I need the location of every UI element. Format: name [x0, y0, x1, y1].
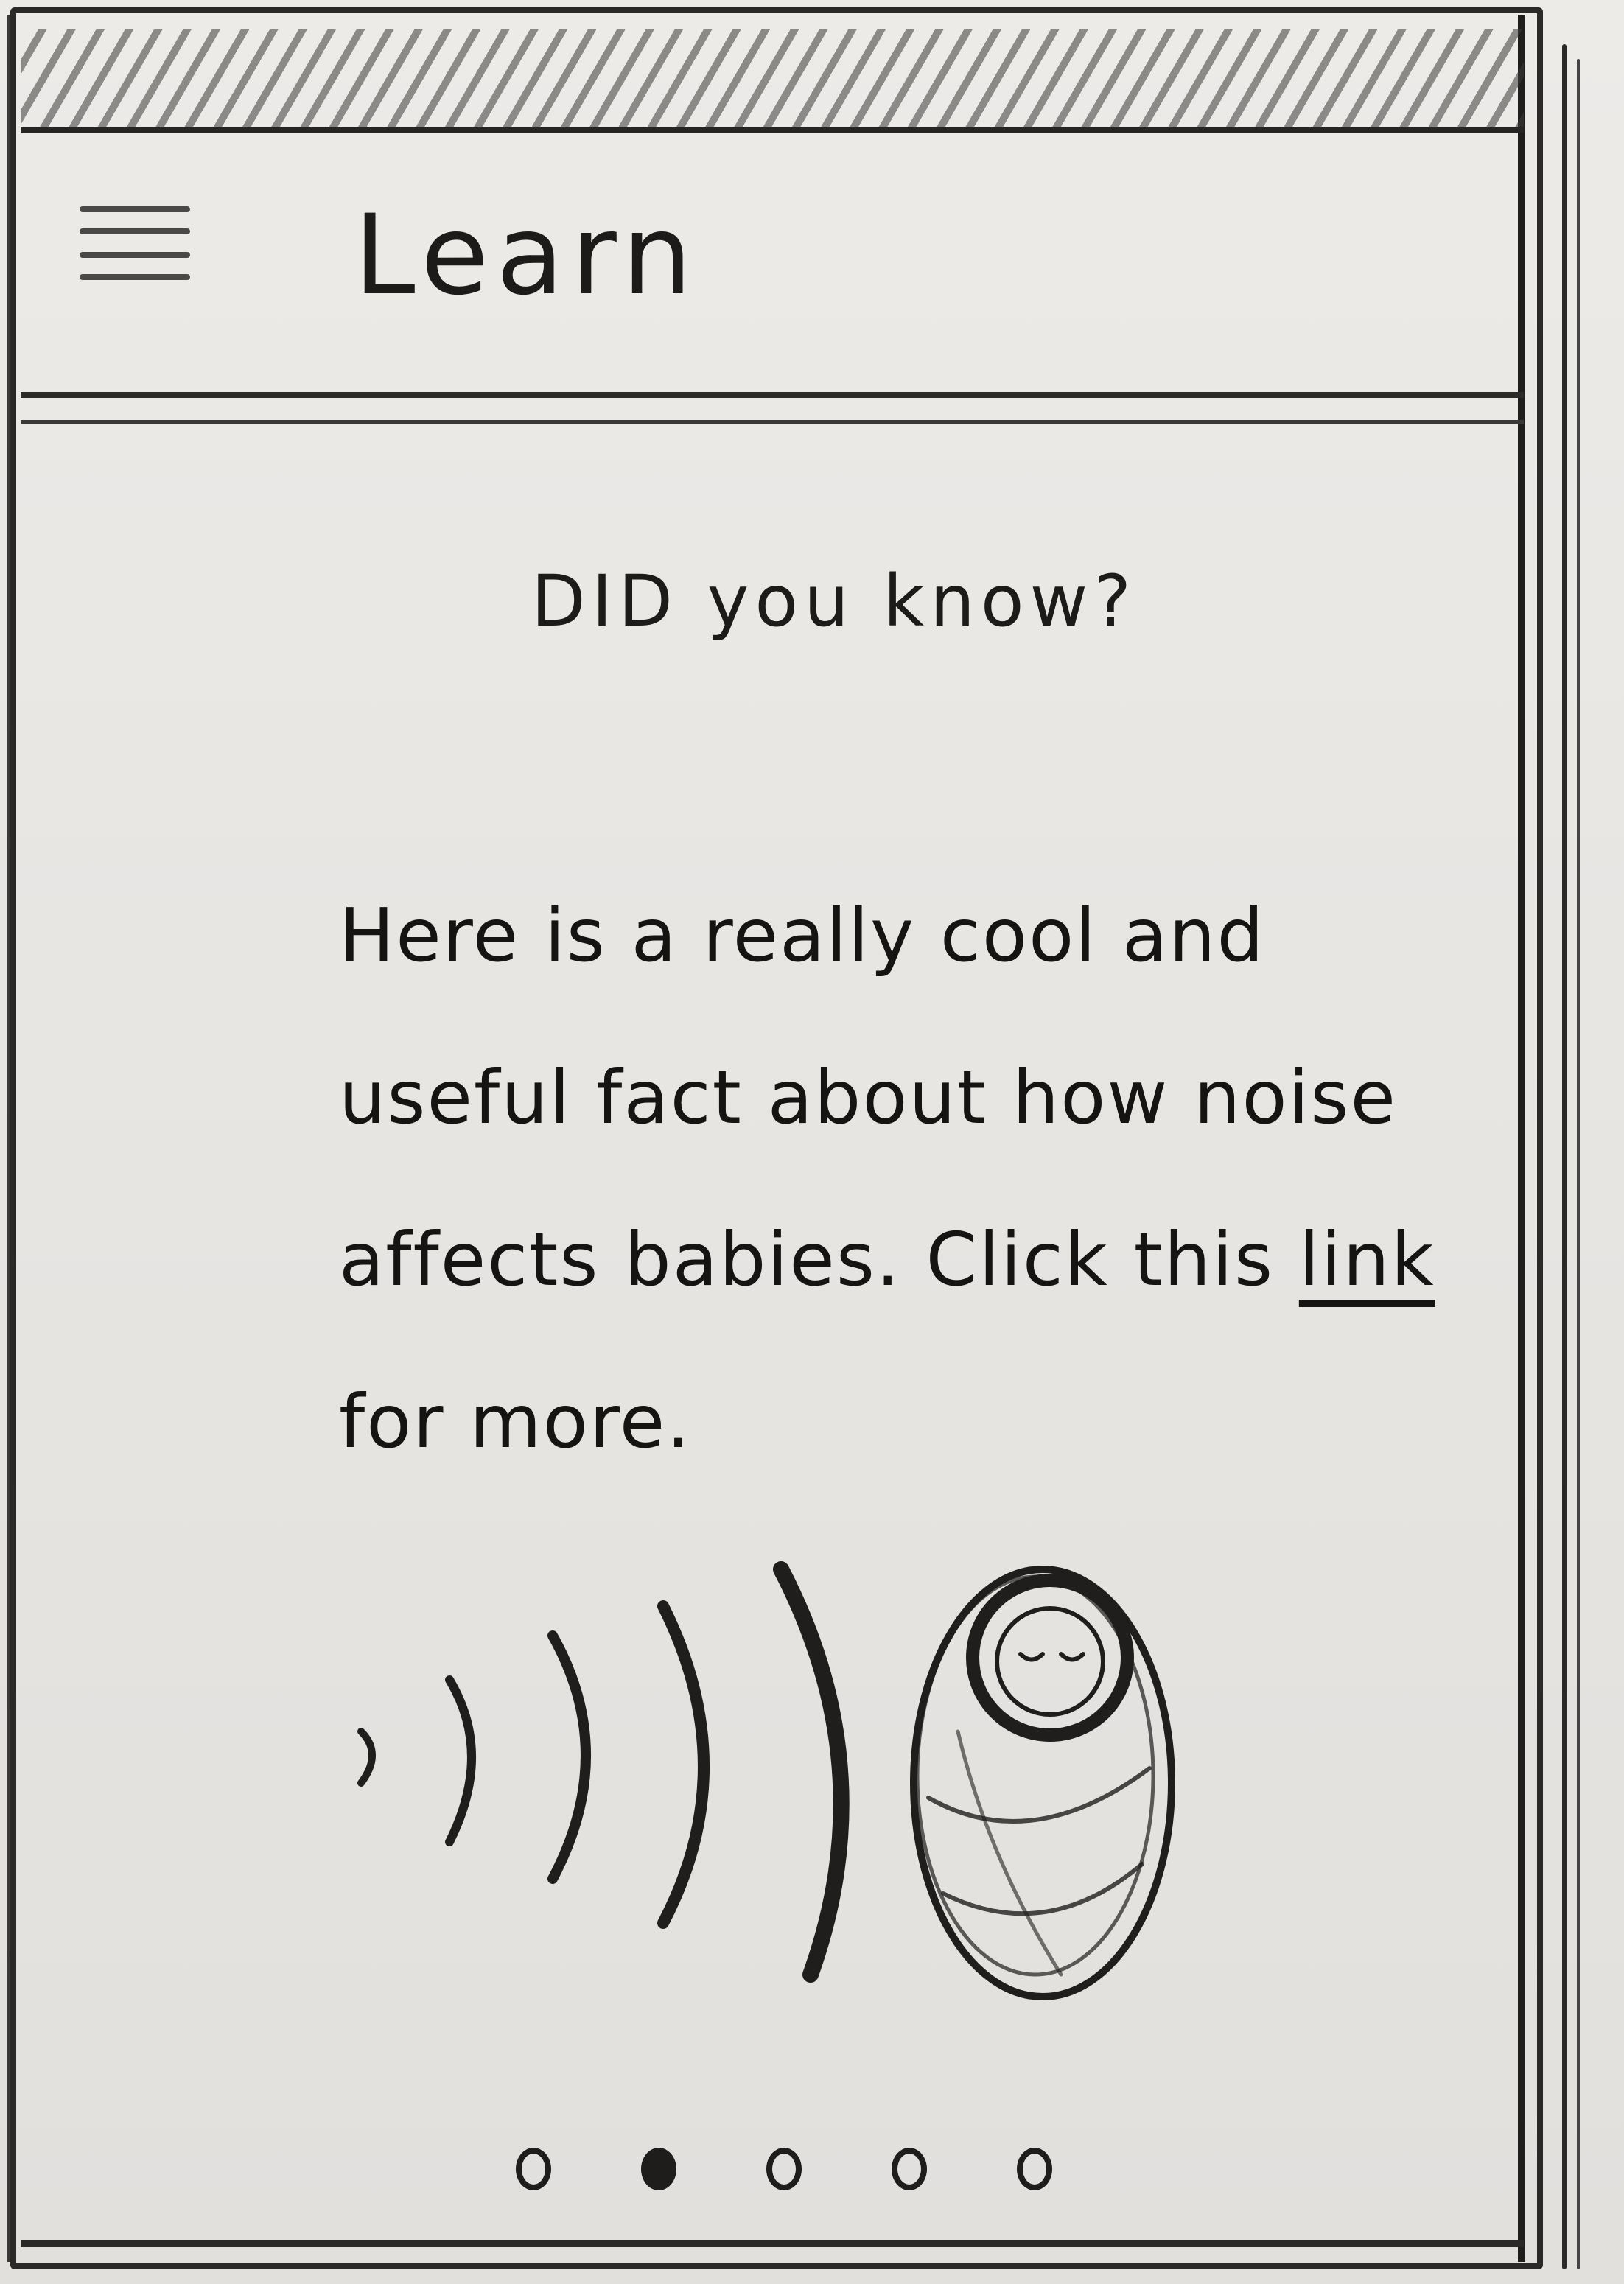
sound-waves-baby-icon [357, 1561, 1175, 2000]
page-dot-3[interactable] [766, 2148, 802, 2190]
bottom-edge [21, 2240, 1524, 2247]
status-bar [21, 29, 1524, 133]
phone-edge-shadow [1577, 59, 1580, 2269]
swaddle-fold [956, 1729, 1063, 1977]
fact-paragraph: Here is a really cool and useful fact ab… [339, 855, 1488, 1503]
sound-wave-4 [657, 1600, 710, 1929]
baby-eye-right [1059, 1652, 1085, 1662]
menu-icon-line [80, 228, 190, 234]
menu-icon-line [80, 252, 190, 258]
phone-edge [1562, 44, 1567, 2269]
page-title: Learn [354, 192, 700, 320]
hamburger-menu-icon[interactable] [74, 199, 199, 309]
fact-text: Here is a really cool and useful fact ab… [339, 892, 1398, 1303]
sound-wave-1 [357, 1728, 376, 1787]
more-info-link[interactable]: link [1299, 1216, 1435, 1303]
page-dot-4[interactable] [892, 2148, 927, 2190]
menu-icon-line [80, 206, 190, 212]
app-bar-divider [21, 420, 1524, 424]
page-dot-2-active[interactable] [641, 2148, 676, 2190]
baby-eye-left [1018, 1652, 1045, 1662]
fact-text-end: for more. [339, 1379, 692, 1465]
swaddle-fold [926, 1766, 1152, 1824]
did-you-know-heading: DID you know? [531, 560, 1138, 642]
app-bar [21, 133, 1524, 398]
sound-wave-5 [773, 1561, 850, 1983]
swaddle-fold [941, 1862, 1144, 1916]
baby-face [995, 1606, 1105, 1717]
page-dot-1[interactable] [516, 2148, 551, 2190]
sound-wave-2 [445, 1675, 476, 1846]
menu-icon-line [80, 274, 190, 280]
page-indicator [516, 2140, 1076, 2199]
sound-wave-3 [547, 1630, 591, 1884]
page-dot-5[interactable] [1017, 2148, 1052, 2190]
